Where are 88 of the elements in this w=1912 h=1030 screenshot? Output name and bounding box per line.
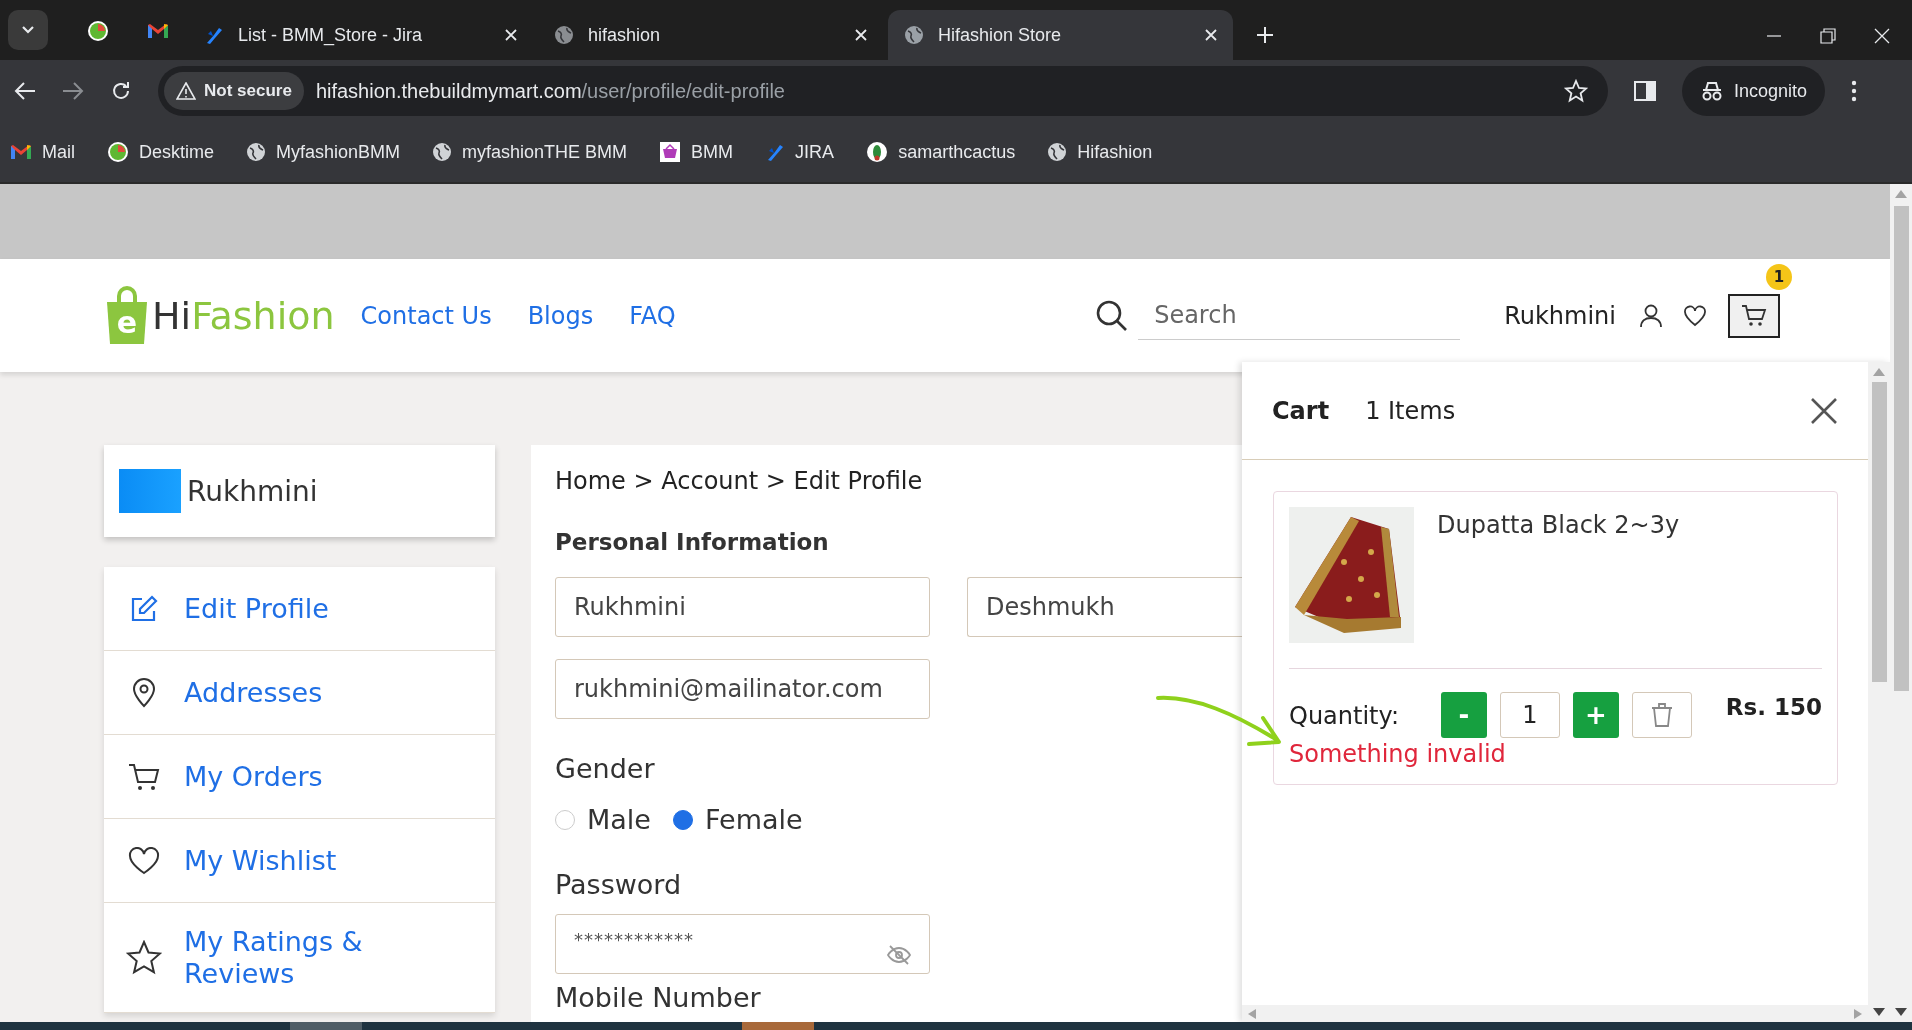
heart-icon [128, 846, 160, 875]
error-message: Something invalid [1289, 740, 1506, 768]
bookmark[interactable]: JIRA [765, 141, 835, 163]
quantity-field[interactable]: 1 [1500, 692, 1560, 738]
bookmark[interactable]: MyfashionBMM [246, 141, 401, 163]
vertical-scrollbar[interactable] [1868, 362, 1890, 1022]
nav-link[interactable]: FAQ [629, 301, 676, 330]
product-name: Dupatta Black 2~3y [1437, 511, 1680, 541]
reload-icon[interactable] [110, 80, 132, 102]
first-name-field[interactable]: Rukhmini [555, 577, 930, 637]
quantity-label: Quantity: [1289, 702, 1401, 730]
menu-item[interactable]: My Ratings & Reviews [104, 903, 495, 1013]
bookmark[interactable]: Mail [10, 141, 75, 163]
nav-link[interactable]: Blogs [527, 301, 594, 330]
menu-item[interactable]: Addresses [104, 651, 495, 735]
trash-icon [1651, 702, 1673, 728]
item-count: 1 Items [1365, 396, 1456, 425]
menu-item[interactable]: My Orders [104, 735, 495, 819]
globe-icon [904, 25, 924, 45]
browser-tab[interactable]: Hifashion Store [888, 10, 1233, 60]
scroll-down-arrow-icon[interactable] [1895, 1008, 1907, 1016]
user-name[interactable]: Rukhmini [1504, 301, 1616, 330]
restore-icon[interactable] [1820, 28, 1836, 44]
cart-button[interactable] [1728, 293, 1780, 338]
field-label: Gender [555, 753, 655, 784]
delete-button[interactable] [1632, 692, 1692, 738]
menu-icon[interactable] [1851, 80, 1858, 102]
radio-option[interactable]: Female [672, 804, 803, 835]
radio-option[interactable]: Male [555, 804, 651, 835]
cart-icon [128, 761, 160, 792]
cart-count-badge: 1 [1766, 263, 1792, 290]
cart-icon [1741, 303, 1767, 328]
heart-icon[interactable] [1684, 304, 1706, 327]
field-label: Password [555, 869, 682, 900]
bookmark[interactable]: samarthcactus [866, 141, 1016, 163]
mail-icon [147, 23, 169, 39]
menu-item[interactable]: Edit Profile [104, 567, 495, 651]
site-logo[interactable]: e HiFashion [104, 285, 335, 346]
email-field[interactable]: rukhmini@mailinator.com [555, 659, 930, 719]
close-icon[interactable] [1810, 396, 1838, 425]
warning-icon [176, 82, 196, 100]
star-icon [126, 939, 162, 976]
bookmark[interactable]: BMM [659, 141, 734, 163]
shop-icon [659, 141, 682, 163]
breadcrumb: Home > Account > Edit Profile [555, 467, 923, 495]
back-icon[interactable] [14, 81, 36, 101]
menu-item[interactable]: My Wishlist [104, 819, 495, 903]
incognito-button[interactable]: Incognito [1682, 66, 1826, 116]
star-icon[interactable] [1564, 79, 1588, 103]
mail-icon [10, 144, 32, 160]
bookmark[interactable]: Hifashion [1047, 141, 1153, 163]
location-pin-icon [132, 677, 156, 708]
incognito-icon [1700, 81, 1724, 101]
security-chip[interactable]: Not secure [164, 72, 304, 110]
chevron-down-icon [21, 25, 35, 35]
jira-icon [204, 25, 224, 45]
globe-icon [1047, 142, 1068, 162]
radio-button[interactable] [672, 809, 693, 830]
browser-tab[interactable]: hifashion [538, 10, 883, 60]
item-price: Rs. 150 [1725, 694, 1822, 720]
jira-icon [765, 142, 786, 162]
bag-icon [104, 285, 150, 346]
bookmark[interactable]: Desktime [107, 141, 215, 163]
search-icon[interactable] [1096, 299, 1129, 332]
cart-title: Cart [1272, 396, 1330, 425]
globe-icon [554, 25, 574, 45]
scroll-down-arrow-icon[interactable] [1873, 1008, 1885, 1016]
profile-name: Rukhmini [187, 474, 318, 508]
page-scrollbar[interactable] [1890, 184, 1912, 1022]
clock-icon [87, 20, 109, 42]
section-title: Personal Information [555, 529, 829, 555]
nav-link[interactable]: Contact Us [360, 301, 492, 330]
forward-icon[interactable] [62, 81, 84, 101]
side-panel-icon[interactable] [1634, 81, 1656, 101]
edit-icon [129, 593, 159, 624]
new-tab-icon[interactable] [1256, 26, 1274, 44]
field-label: Mobile Number [555, 982, 761, 1013]
bookmark[interactable]: myfashionTHE BMM [432, 141, 628, 163]
user-icon[interactable] [1640, 303, 1662, 328]
avatar [119, 469, 181, 513]
password-field[interactable]: ************ [555, 914, 930, 974]
globe-icon [432, 142, 453, 162]
address-bar[interactable]: Not secure hifashion.thebuildmymart.com/user/profile/edit-profile [158, 66, 1608, 116]
globe-icon [246, 142, 267, 162]
eye-off-icon[interactable] [887, 945, 911, 965]
browser-tab[interactable]: List - BMM_Store - Jira [188, 10, 533, 60]
last-name-field[interactable]: Deshmukh [967, 577, 1242, 637]
clock-icon [107, 141, 129, 163]
